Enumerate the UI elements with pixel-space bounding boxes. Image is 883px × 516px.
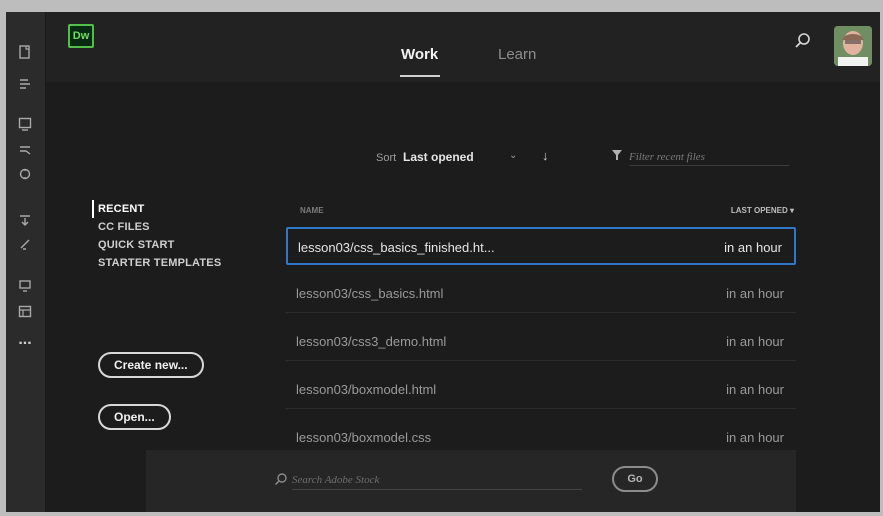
column-header-last-opened[interactable]: LAST OPENED ▾ <box>731 206 794 215</box>
go-button[interactable]: Go <box>612 466 658 492</box>
stock-search-input[interactable] <box>292 470 582 490</box>
file-last-opened: in an hour <box>726 286 784 301</box>
open-button[interactable]: Open... <box>98 404 171 430</box>
file-last-opened: in an hour <box>726 430 784 445</box>
file-last-opened: in an hour <box>726 382 784 397</box>
dom-icon[interactable] <box>13 164 37 184</box>
active-tab-indicator <box>400 75 440 77</box>
filter-icon <box>611 149 623 164</box>
format-icon[interactable] <box>13 276 37 296</box>
adobe-stock-search-bar: Go <box>146 450 796 512</box>
sort-direction-icon[interactable]: ↓ <box>542 148 549 163</box>
file-name: lesson03/css3_demo.html <box>296 334 447 349</box>
file-row[interactable]: lesson03/css_basics_finished.ht... in an… <box>286 227 796 265</box>
wrap-tag-icon[interactable] <box>13 234 37 254</box>
files-panel-icon[interactable] <box>13 114 37 134</box>
file-row[interactable]: lesson03/css_basics.html in an hour <box>286 275 796 313</box>
column-header-name[interactable]: NAME <box>300 206 324 215</box>
file-name: lesson03/css_basics.html <box>296 286 444 301</box>
sort-label: Sort <box>376 152 397 164</box>
screenshot-frame: ... Dw Work Learn Sort Last opened ⌄ ↓ F… <box>0 0 883 516</box>
nav-cc-files[interactable]: CC FILES <box>98 218 268 236</box>
more-icon[interactable]: ... <box>13 330 37 350</box>
search-icon <box>274 472 288 489</box>
top-bar: Dw Work Learn <box>46 12 880 82</box>
file-list-header: NAME LAST OPENED ▾ <box>294 206 794 222</box>
file-name: lesson03/css_basics_finished.ht... <box>298 240 495 255</box>
dreamweaver-window: ... Dw Work Learn Sort Last opened ⌄ ↓ F… <box>6 12 880 512</box>
file-row[interactable]: lesson03/boxmodel.html in an hour <box>286 371 796 409</box>
nav-recent[interactable]: RECENT <box>92 200 268 218</box>
start-screen: Sort Last opened ⌄ ↓ RECENT CC FILES QUI… <box>46 82 880 512</box>
file-last-opened: in an hour <box>724 240 782 255</box>
filter-input[interactable] <box>629 148 789 166</box>
css-panel-icon[interactable] <box>13 140 37 160</box>
file-name: lesson03/boxmodel.html <box>296 382 437 397</box>
chevron-down-icon[interactable]: ⌄ <box>509 150 517 161</box>
sort-dropdown[interactable]: Last opened <box>403 150 474 164</box>
search-icon[interactable] <box>794 32 816 54</box>
file-last-opened: in an hour <box>726 334 784 349</box>
avatar[interactable] <box>834 26 872 66</box>
file-name: lesson03/boxmodel.css <box>296 430 432 445</box>
tab-work[interactable]: Work <box>401 46 438 63</box>
code-collapse-icon[interactable] <box>13 210 37 230</box>
panels-icon[interactable] <box>13 302 37 322</box>
left-toolbar: ... <box>6 12 46 512</box>
new-file-icon[interactable] <box>13 42 37 62</box>
left-nav: RECENT CC FILES QUICK START STARTER TEMP… <box>92 200 268 272</box>
app-logo: Dw <box>68 24 94 48</box>
file-row[interactable]: lesson03/css3_demo.html in an hour <box>286 323 796 361</box>
create-new-button[interactable]: Create new... <box>98 352 204 378</box>
recent-file-list: lesson03/css_basics_finished.ht... in an… <box>286 227 796 467</box>
insert-icon[interactable] <box>13 74 37 94</box>
nav-starter-templates[interactable]: STARTER TEMPLATES <box>98 254 268 272</box>
nav-quick-start[interactable]: QUICK START <box>98 236 268 254</box>
tab-learn[interactable]: Learn <box>498 46 536 63</box>
